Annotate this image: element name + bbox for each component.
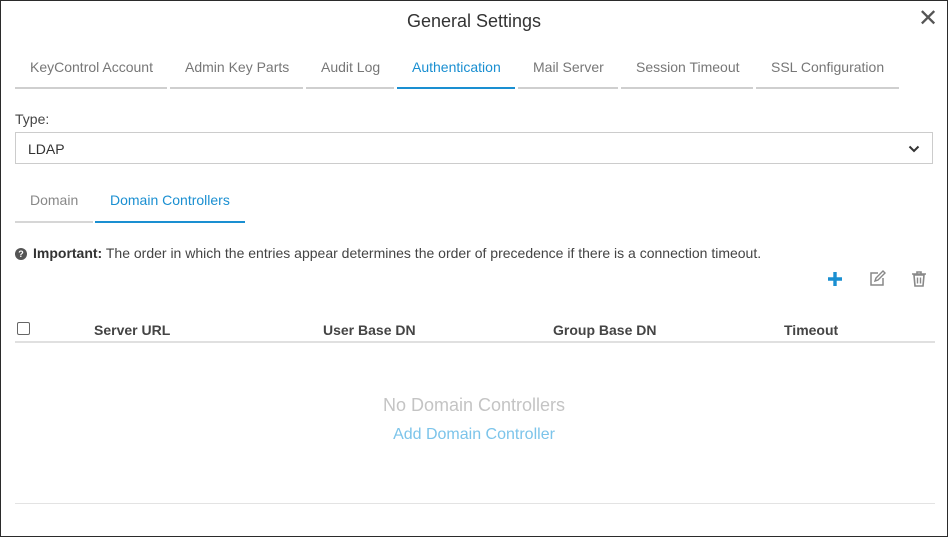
important-note: ? Important: The order in which the entri… [15,245,761,261]
important-text: The order in which the entries appear de… [105,245,762,261]
column-server-url[interactable]: Server URL [94,322,170,338]
empty-state-title: No Domain Controllers [382,395,566,415]
edit-icon[interactable] [867,269,887,289]
column-group-base-dn[interactable]: Group Base DN [553,322,656,338]
close-icon[interactable]: ✕ [917,7,939,31]
dialog-title: General Settings [406,11,542,31]
important-label: Important: [33,245,103,261]
question-circle-icon: ? [15,248,27,260]
column-timeout[interactable]: Timeout [784,322,838,338]
select-all-checkbox[interactable] [17,322,30,335]
tab-mail-server[interactable]: Mail Server [518,59,618,89]
trash-icon[interactable] [909,269,929,289]
tab-ssl-configuration[interactable]: SSL Configuration [756,59,899,89]
column-user-base-dn[interactable]: User Base DN [323,322,416,338]
tab-keycontrol-account[interactable]: KeyControl Account [15,59,167,89]
type-select[interactable]: LDAP [15,132,933,164]
plus-icon[interactable] [825,269,845,289]
divider [15,503,935,504]
type-label: Type: [15,111,50,127]
subtab-domain[interactable]: Domain [15,192,93,223]
type-select-value: LDAP [28,141,65,157]
general-settings-dialog: General Settings ✕ KeyControl Account Ad… [0,0,948,537]
chevron-down-icon [908,142,920,158]
tab-audit-log[interactable]: Audit Log [306,59,394,89]
tab-session-timeout[interactable]: Session Timeout [621,59,753,89]
subtab-domain-controllers[interactable]: Domain Controllers [95,192,245,223]
add-domain-controller-link[interactable]: Add Domain Controller [1,426,947,444]
table-header: Server URL User Base DN Group Base DN Ti… [15,313,935,343]
tab-admin-key-parts[interactable]: Admin Key Parts [170,59,303,89]
tab-authentication[interactable]: Authentication [397,59,515,89]
